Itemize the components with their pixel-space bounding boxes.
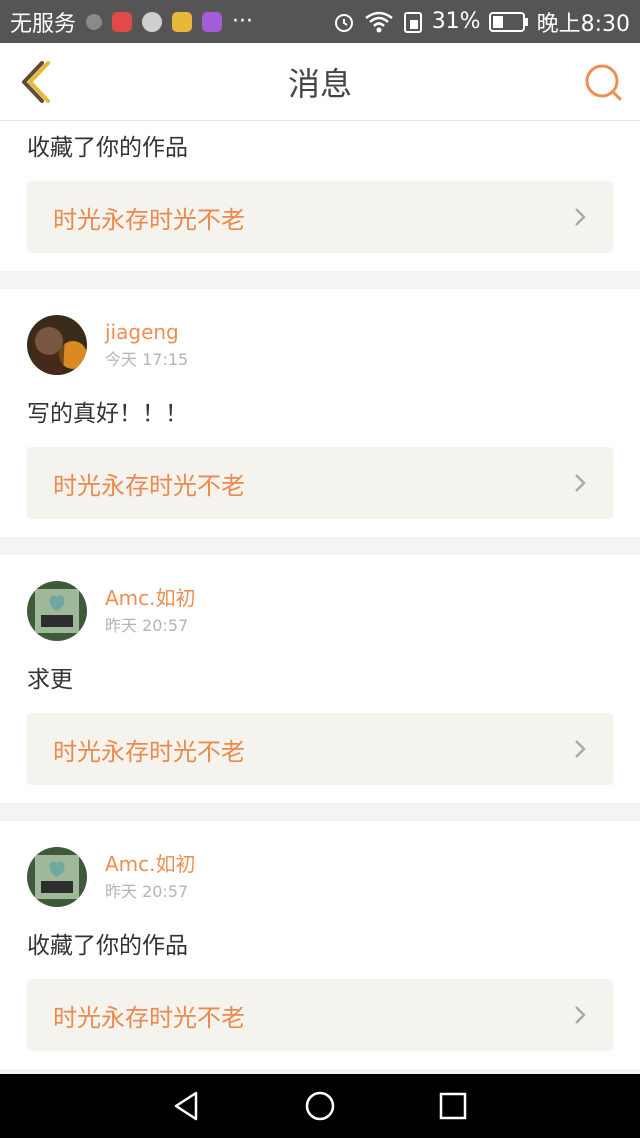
message-time: 昨天 20:57 (105, 882, 189, 901)
work-title: 时光永存时光不老 (53, 1003, 245, 1032)
message-list[interactable]: 收藏了你的作品 时光永存时光不老 jiageng 今天 17:15 写的真好！！… (0, 121, 640, 1074)
message-card: Amc.如初 昨天 20:57 求更 时光永存时光不老 (0, 555, 640, 803)
page-title: 消息 (287, 64, 352, 103)
alarm-icon (334, 13, 353, 32)
work-link[interactable]: 时光永存时光不老 (27, 181, 613, 253)
back-icon[interactable] (14, 57, 60, 107)
work-title: 时光永存时光不老 (53, 737, 245, 766)
message-card: 收藏了你的作品 时光永存时光不老 (0, 121, 640, 271)
search-icon[interactable] (582, 61, 626, 105)
battery-icon (488, 11, 528, 32)
battery-percent: 31% (431, 9, 481, 34)
app-header: 消息 (0, 43, 640, 121)
message-time: 今天 17:15 (105, 350, 189, 369)
sim-icon (403, 11, 422, 33)
message-text: 收藏了你的作品 (27, 933, 188, 959)
wallet-app-icon (172, 11, 193, 32)
work-link[interactable]: 时光永存时光不老 (27, 447, 613, 519)
message-text: 写的真好！！！ (27, 401, 188, 427)
avatar-app-icon (142, 11, 163, 32)
clock: 晚上8:30 (536, 11, 630, 37)
work-title: 时光永存时光不老 (53, 205, 245, 234)
message-text: 求更 (27, 667, 73, 693)
avatar[interactable] (27, 315, 87, 375)
chevron-right-icon (575, 740, 586, 758)
avatar[interactable] (27, 847, 87, 907)
chevron-right-icon (575, 474, 586, 492)
avatar[interactable] (27, 581, 87, 641)
work-link[interactable]: 时光永存时光不老 (27, 979, 613, 1051)
chevron-right-icon (575, 208, 586, 226)
wifi-icon (364, 11, 393, 32)
message-text: 收藏了你的作品 (27, 135, 188, 161)
work-title: 时光永存时光不老 (53, 471, 245, 500)
nav-recents-icon[interactable] (436, 1089, 470, 1123)
notification-icon (86, 13, 103, 30)
chevron-right-icon (575, 1006, 586, 1024)
message-author[interactable]: jiageng 今天 17:15 (27, 315, 613, 377)
status-bar: 无服务 ··· 31% 晚上8:30 (0, 0, 640, 43)
author-name[interactable]: jiageng (105, 319, 188, 345)
message-author[interactable]: Amc.如初 昨天 20:57 (27, 581, 613, 643)
author-name[interactable]: Amc.如初 (105, 851, 196, 877)
message-card: jiageng 今天 17:15 写的真好！！！ 时光永存时光不老 (0, 289, 640, 537)
work-link[interactable]: 时光永存时光不老 (27, 713, 613, 785)
nav-back-icon[interactable] (170, 1089, 204, 1123)
system-nav-bar (0, 1074, 640, 1138)
message-author[interactable]: Amc.如初 昨天 20:57 (27, 847, 613, 909)
author-name[interactable]: Amc.如初 (105, 585, 196, 611)
carrier-text: 无服务 (10, 11, 77, 37)
message-time: 昨天 20:57 (105, 616, 189, 635)
message-card: Amc.如初 昨天 20:57 收藏了你的作品 时光永存时光不老 (0, 821, 640, 1069)
more-notifications-icon: ··· (232, 9, 253, 34)
gallery-app-icon (202, 11, 223, 32)
nav-home-icon[interactable] (303, 1089, 337, 1123)
mail-app-icon (112, 11, 133, 32)
